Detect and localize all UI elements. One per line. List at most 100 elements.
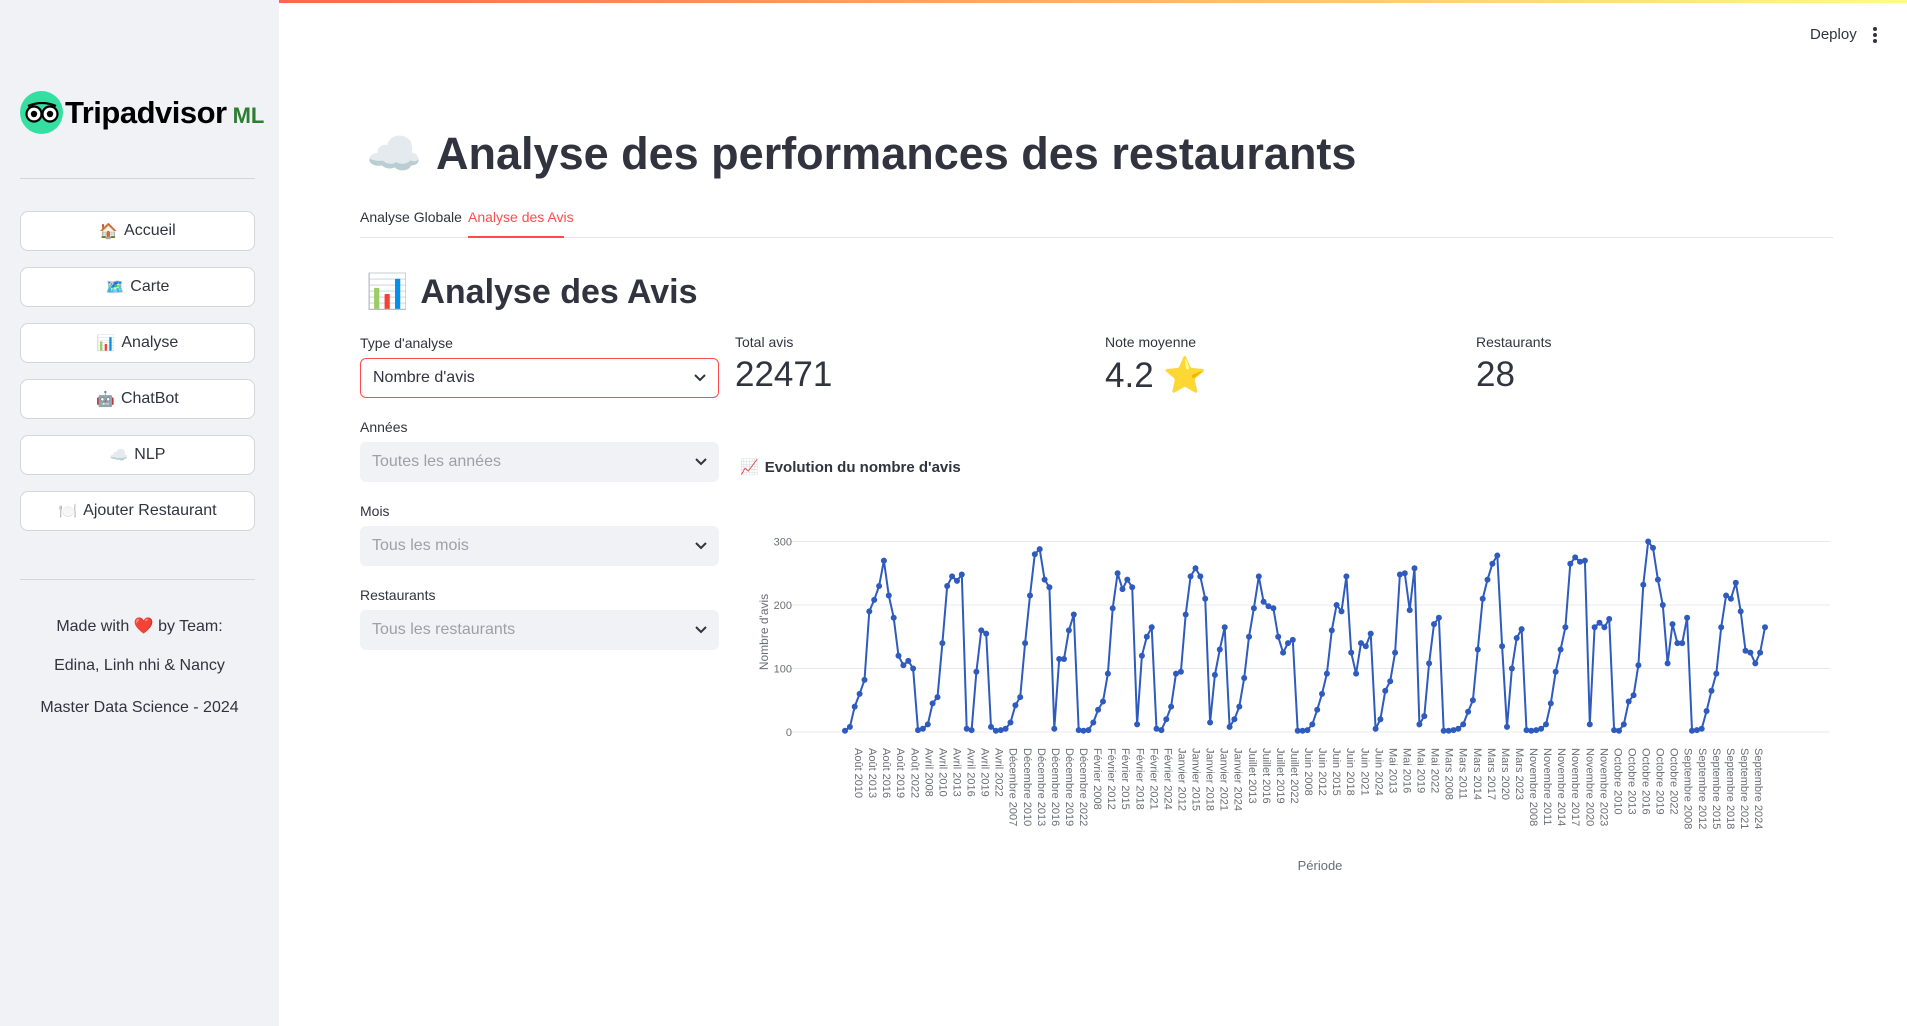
data-point [1596,619,1603,626]
data-point [905,657,912,664]
data-point [1684,614,1691,621]
chevron-down-icon [694,369,706,387]
sidebar: Tripadvisor ML 🏠 Accueil 🗺️ Carte 📊 Anal… [0,0,279,1026]
logo-text: Tripadvisor [65,94,227,130]
x-tick-label: Août 2013 [866,748,878,798]
data-point [1606,616,1613,622]
x-tick-label: Juillet 2022 [1288,748,1300,804]
nav-label: ChatBot [120,390,179,407]
x-tick-label: Avril 2019 [979,748,991,797]
restaurants-multiselect[interactable]: Tous les restaurants [360,610,719,650]
x-tick-label: Décembre 2016 [1049,748,1061,826]
x-tick-label: Janvier 2012 [1175,748,1187,811]
data-point [1367,630,1374,637]
data-point [1645,538,1652,545]
x-tick-label: Février 2018 [1133,748,1145,810]
data-point [1679,640,1686,647]
data-point [1002,725,1009,732]
data-point [885,592,892,599]
by-team-text: by Team: [158,618,223,635]
tab-analyse-des-avis[interactable]: Analyse des Avis [468,209,574,225]
data-point [1387,678,1394,685]
data-point [1377,716,1384,723]
data-point [1246,633,1252,640]
x-tick-label: Avril 2013 [950,748,962,797]
data-point [1192,565,1199,572]
more-options-icon[interactable] [1872,27,1878,43]
data-point [1065,627,1072,634]
data-point [1226,723,1233,730]
months-multiselect[interactable]: Tous les mois [360,526,719,566]
nav-label: Accueil [124,222,176,239]
data-point [1499,643,1506,650]
nav-label: Analyse [121,334,179,351]
x-tick-label: Mai 2016 [1400,748,1412,793]
tab-analyse-globale[interactable]: Analyse Globale [360,209,462,225]
data-point [1479,595,1486,602]
nav-button-nlp[interactable]: ☁️ NLP [20,435,255,475]
data-point [1241,675,1248,681]
analysis-type-select[interactable]: Nombre d'avis [360,358,719,398]
data-point [1703,708,1710,714]
data-point [1070,611,1077,618]
data-point [1552,668,1559,675]
data-point [919,725,926,732]
x-tick-label: Septembre 2018 [1724,748,1736,829]
data-point [1372,725,1379,732]
x-tick-label: Juin 2018 [1344,748,1356,796]
data-point [1314,706,1321,713]
data-point [1061,656,1067,662]
data-point [900,662,907,669]
data-point [1182,611,1189,618]
x-tick-label: Mai 2022 [1429,748,1441,793]
data-point [1124,576,1131,583]
data-point [1426,660,1433,667]
x-tick-label: Mars 2023 [1513,748,1525,800]
data-point [934,694,941,701]
data-point [842,727,848,734]
data-point [1309,721,1316,728]
data-point [1353,670,1360,677]
data-point [1231,716,1238,723]
x-tick-label: Décembre 2007 [1007,748,1019,826]
trend-icon: 📈 [740,459,759,476]
section-title-text: Analyse des Avis [420,272,698,311]
data-point [1027,592,1033,599]
data-point [876,583,883,589]
data-point [1022,640,1029,647]
data-point [1031,551,1038,558]
x-tick-label: Février 2008 [1091,748,1103,810]
nav-button-analyse[interactable]: 📊 Analyse [20,323,255,363]
data-point [1620,721,1627,728]
nav-label: Carte [130,278,170,295]
x-tick-label: Août 2016 [880,748,892,798]
data-point [1211,671,1218,678]
analysis-type-label: Type d'analyse [360,335,453,351]
x-tick-label: Mars 2017 [1485,748,1497,800]
data-point [1197,573,1204,580]
data-point [1455,725,1462,732]
x-tick-label: Août 2010 [852,748,864,798]
data-point [954,577,960,584]
data-point [1148,624,1155,631]
restaurants-label: Restaurants [360,587,436,603]
data-point [1129,584,1136,591]
nav-button-chatbot[interactable]: 🤖 ChatBot [20,379,255,419]
nav-button-carte[interactable]: 🗺️ Carte [20,267,255,307]
nav-button-ajouter-restaurant[interactable]: 🍽️ Ajouter Restaurant [20,491,255,531]
data-point [1085,727,1092,734]
metric-note-moyenne-label: Note moyenne [1105,334,1197,350]
data-point [1216,646,1223,653]
y-tick-label: 100 [774,664,792,676]
data-point [1591,624,1598,631]
nav-button-accueil[interactable]: 🏠 Accueil [20,211,255,251]
data-point [1319,690,1325,697]
x-tick-label: Février 2021 [1147,748,1159,810]
metric-restaurants-label: Restaurants [1476,334,1552,350]
made-with-line: Made with ❤️ by Team: [0,616,279,636]
data-point [856,690,863,697]
data-point [1474,646,1481,653]
years-multiselect[interactable]: Toutes les années [360,442,719,482]
data-point [1538,725,1545,732]
deploy-button[interactable]: Deploy [1810,26,1857,43]
